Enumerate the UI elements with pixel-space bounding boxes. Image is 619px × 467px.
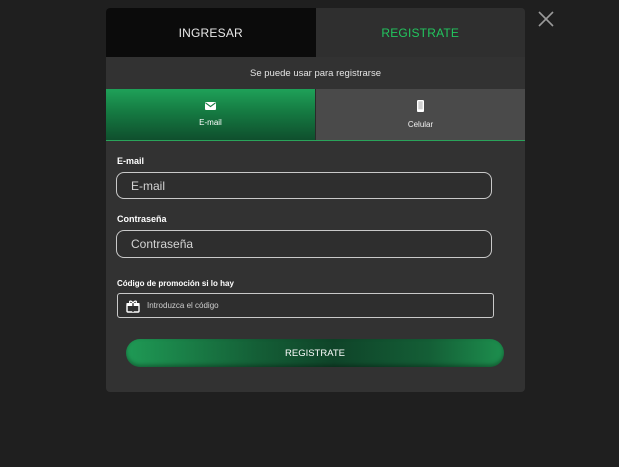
close-icon bbox=[538, 11, 554, 27]
promo-code-label: Código de promoción si lo hay bbox=[117, 279, 234, 288]
auth-tabs: INGRESAR REGISTRATE bbox=[106, 8, 525, 57]
tab-phone-method[interactable]: Celular bbox=[315, 89, 525, 140]
gift-icon bbox=[126, 300, 140, 313]
password-field[interactable] bbox=[116, 230, 492, 258]
tab-email-method[interactable]: E-mail bbox=[106, 89, 315, 140]
tab-email-label: E-mail bbox=[199, 118, 222, 127]
email-field[interactable] bbox=[116, 172, 492, 199]
close-button[interactable] bbox=[536, 9, 556, 29]
tab-phone-label: Celular bbox=[407, 120, 434, 129]
tab-register[interactable]: REGISTRATE bbox=[315, 8, 525, 57]
register-method-tabs: E-mail Celular bbox=[106, 89, 525, 141]
tab-login[interactable]: INGRESAR bbox=[106, 8, 316, 57]
envelope-icon bbox=[205, 102, 216, 110]
promo-code-input[interactable] bbox=[140, 294, 493, 317]
register-submit-button[interactable]: REGISTRATE bbox=[126, 339, 504, 367]
registration-modal: INGRESAR REGISTRATE Se puede usar para r… bbox=[106, 8, 525, 392]
mobile-phone-icon bbox=[417, 100, 424, 112]
email-label: E-mail bbox=[117, 156, 145, 166]
promo-code-field-wrapper bbox=[117, 293, 494, 318]
register-subtitle: Se puede usar para registrarse bbox=[106, 57, 525, 89]
password-label: Contraseña bbox=[117, 214, 167, 224]
